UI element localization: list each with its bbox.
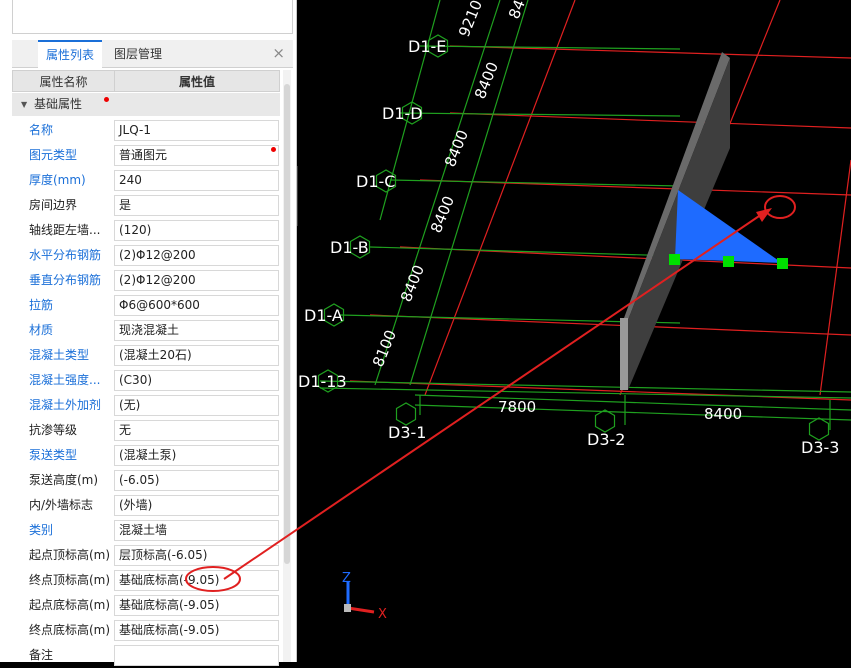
axis-label-left: D1-C (356, 172, 395, 191)
property-name: 名称 (29, 123, 54, 137)
property-name: 泵送类型 (29, 448, 78, 462)
property-row[interactable]: 泵送类型 (混凝土泵) (12, 443, 280, 468)
axis-label-bottom: D3-1 (388, 423, 426, 442)
grip-point-1[interactable] (669, 254, 680, 265)
property-row[interactable]: 终点顶标高(m) 基础底标高(-9.05) (12, 568, 280, 593)
property-name: 起点底标高(m) (29, 598, 111, 612)
properties-panel: 属性列表 图层管理 × 属性名称 属性值 ▼ 基础属性 名称 JLQ-1 图元类型 普… (0, 0, 297, 666)
property-value-field[interactable]: (C30) (114, 370, 279, 391)
property-value-field[interactable]: 无 (114, 420, 279, 441)
axis-label-left: D1-D (382, 104, 423, 123)
property-row[interactable]: 起点底标高(m) 基础底标高(-9.05) (12, 593, 280, 618)
property-row[interactable]: 厚度(mm) 240 (12, 168, 280, 193)
property-value-field[interactable]: 现浇混凝土 (114, 320, 279, 341)
scrollbar[interactable] (283, 70, 291, 662)
property-value-field[interactable]: 240 (114, 170, 279, 191)
property-value-field[interactable]: 基础底标高(-9.05) (114, 570, 279, 591)
property-row[interactable]: 起点顶标高(m) 层顶标高(-6.05) (12, 543, 280, 568)
axis-label-left: D1-B (330, 238, 369, 257)
property-value-field[interactable]: (-6.05) (114, 470, 279, 491)
property-value-field[interactable]: 是 (114, 195, 279, 216)
group-basic-properties[interactable]: ▼ 基础属性 (12, 93, 280, 116)
property-value-field[interactable] (114, 645, 279, 666)
property-name: 终点顶标高(m) (29, 573, 111, 587)
dimension-label: 8400 (704, 405, 742, 423)
property-value-field[interactable]: 混凝土墙 (114, 520, 279, 541)
property-row[interactable]: 混凝土类型 (混凝土20石) (12, 343, 280, 368)
property-row[interactable]: 材质 现浇混凝土 (12, 318, 280, 343)
column-header-name: 属性名称 (12, 70, 115, 92)
property-value-field[interactable]: 基础底标高(-9.05) (114, 595, 279, 616)
property-row[interactable]: 房间边界 是 (12, 193, 280, 218)
column-header-value: 属性值 (114, 70, 280, 92)
property-value-field[interactable]: 基础底标高(-9.05) (114, 620, 279, 641)
grip-point-3[interactable] (777, 258, 788, 269)
property-name: 材质 (29, 323, 54, 337)
axis-label-left: D1-E (408, 37, 446, 56)
property-name: 抗渗等级 (29, 423, 78, 437)
property-name: 泵送高度(m) (29, 473, 99, 487)
tab-property-list[interactable]: 属性列表 (38, 40, 103, 68)
property-name: 房间边界 (29, 198, 78, 212)
property-row[interactable]: 泵送高度(m) (-6.05) (12, 468, 280, 493)
property-row[interactable]: 抗渗等级 无 (12, 418, 280, 443)
property-value-field[interactable]: Φ6@600*600 (114, 295, 279, 316)
property-name: 起点顶标高(m) (29, 548, 111, 562)
property-value-field[interactable]: (2)Φ12@200 (114, 270, 279, 291)
property-value-field[interactable]: (混凝土泵) (114, 445, 279, 466)
group-label: 基础属性 (34, 97, 83, 111)
property-name: 垂直分布钢筋 (29, 273, 102, 287)
property-name: 终点底标高(m) (29, 623, 111, 637)
property-row[interactable]: 水平分布钢筋 (2)Φ12@200 (12, 243, 280, 268)
panel-tabbar: 属性列表 图层管理 × (12, 40, 293, 68)
tab-layer-manager[interactable]: 图层管理 (106, 40, 170, 68)
property-name: 混凝土外加剂 (29, 398, 102, 412)
property-value-field[interactable]: (2)Φ12@200 (114, 245, 279, 266)
property-name: 轴线距左墙... (29, 223, 101, 237)
property-value-field[interactable]: 普通图元 (114, 145, 279, 166)
3d-viewport[interactable]: D1-ED1-DD1-CD1-BD1-AD1-13 D3-1 D3-2 D3-3 9… (298, 0, 851, 662)
property-row[interactable]: 混凝土强度... (C30) (12, 368, 280, 393)
axis-label-bottom: D3-2 (587, 430, 625, 449)
property-row[interactable]: 轴线距左墙... (120) (12, 218, 280, 243)
axis-label-bottom: D3-3 (801, 438, 839, 457)
scrollbar-thumb[interactable] (284, 84, 290, 564)
property-value-field[interactable]: (120) (114, 220, 279, 241)
property-value-field[interactable]: JLQ-1 (114, 120, 279, 141)
collapse-triangle-icon[interactable]: ▼ (21, 93, 27, 116)
property-value-field[interactable]: (外墙) (114, 495, 279, 516)
property-name: 备注 (29, 648, 54, 662)
property-row[interactable]: 垂直分布钢筋 (2)Φ12@200 (12, 268, 280, 293)
top-blank-box (12, 0, 293, 34)
property-value-field[interactable]: 层顶标高(-6.05) (114, 545, 279, 566)
modified-dot (271, 147, 276, 152)
modified-dot (104, 97, 109, 102)
grip-point-2[interactable] (723, 256, 734, 267)
property-name: 水平分布钢筋 (29, 248, 102, 262)
property-value-field[interactable]: (无) (114, 395, 279, 416)
property-value-field[interactable]: (混凝土20石) (114, 345, 279, 366)
close-icon[interactable]: × (272, 44, 285, 62)
property-name: 内/外墙标志 (29, 498, 94, 512)
property-name: 图元类型 (29, 148, 78, 162)
property-row[interactable]: 拉筋 Φ6@600*600 (12, 293, 280, 318)
gizmo-z-label: Z (342, 571, 351, 586)
property-row[interactable]: 终点底标高(m) 基础底标高(-9.05) (12, 618, 280, 643)
property-row[interactable]: 类别 混凝土墙 (12, 518, 280, 543)
property-name: 类别 (29, 523, 54, 537)
property-name: 拉筋 (29, 298, 54, 312)
property-name: 混凝土类型 (29, 348, 90, 362)
gizmo-x-label: X (378, 607, 387, 622)
property-row[interactable]: 图元类型 普通图元 (12, 143, 280, 168)
axis-label-left: D1-13 (298, 372, 347, 391)
dimension-label: 7800 (498, 398, 536, 416)
property-row[interactable]: 混凝土外加剂 (无) (12, 393, 280, 418)
property-name: 厚度(mm) (29, 173, 86, 187)
axis-label-left: D1-A (304, 306, 343, 325)
property-row[interactable]: 内/外墙标志 (外墙) (12, 493, 280, 518)
property-row[interactable]: 名称 JLQ-1 (12, 118, 280, 143)
property-row[interactable]: 备注 (12, 643, 280, 668)
property-name: 混凝土强度... (29, 373, 101, 387)
